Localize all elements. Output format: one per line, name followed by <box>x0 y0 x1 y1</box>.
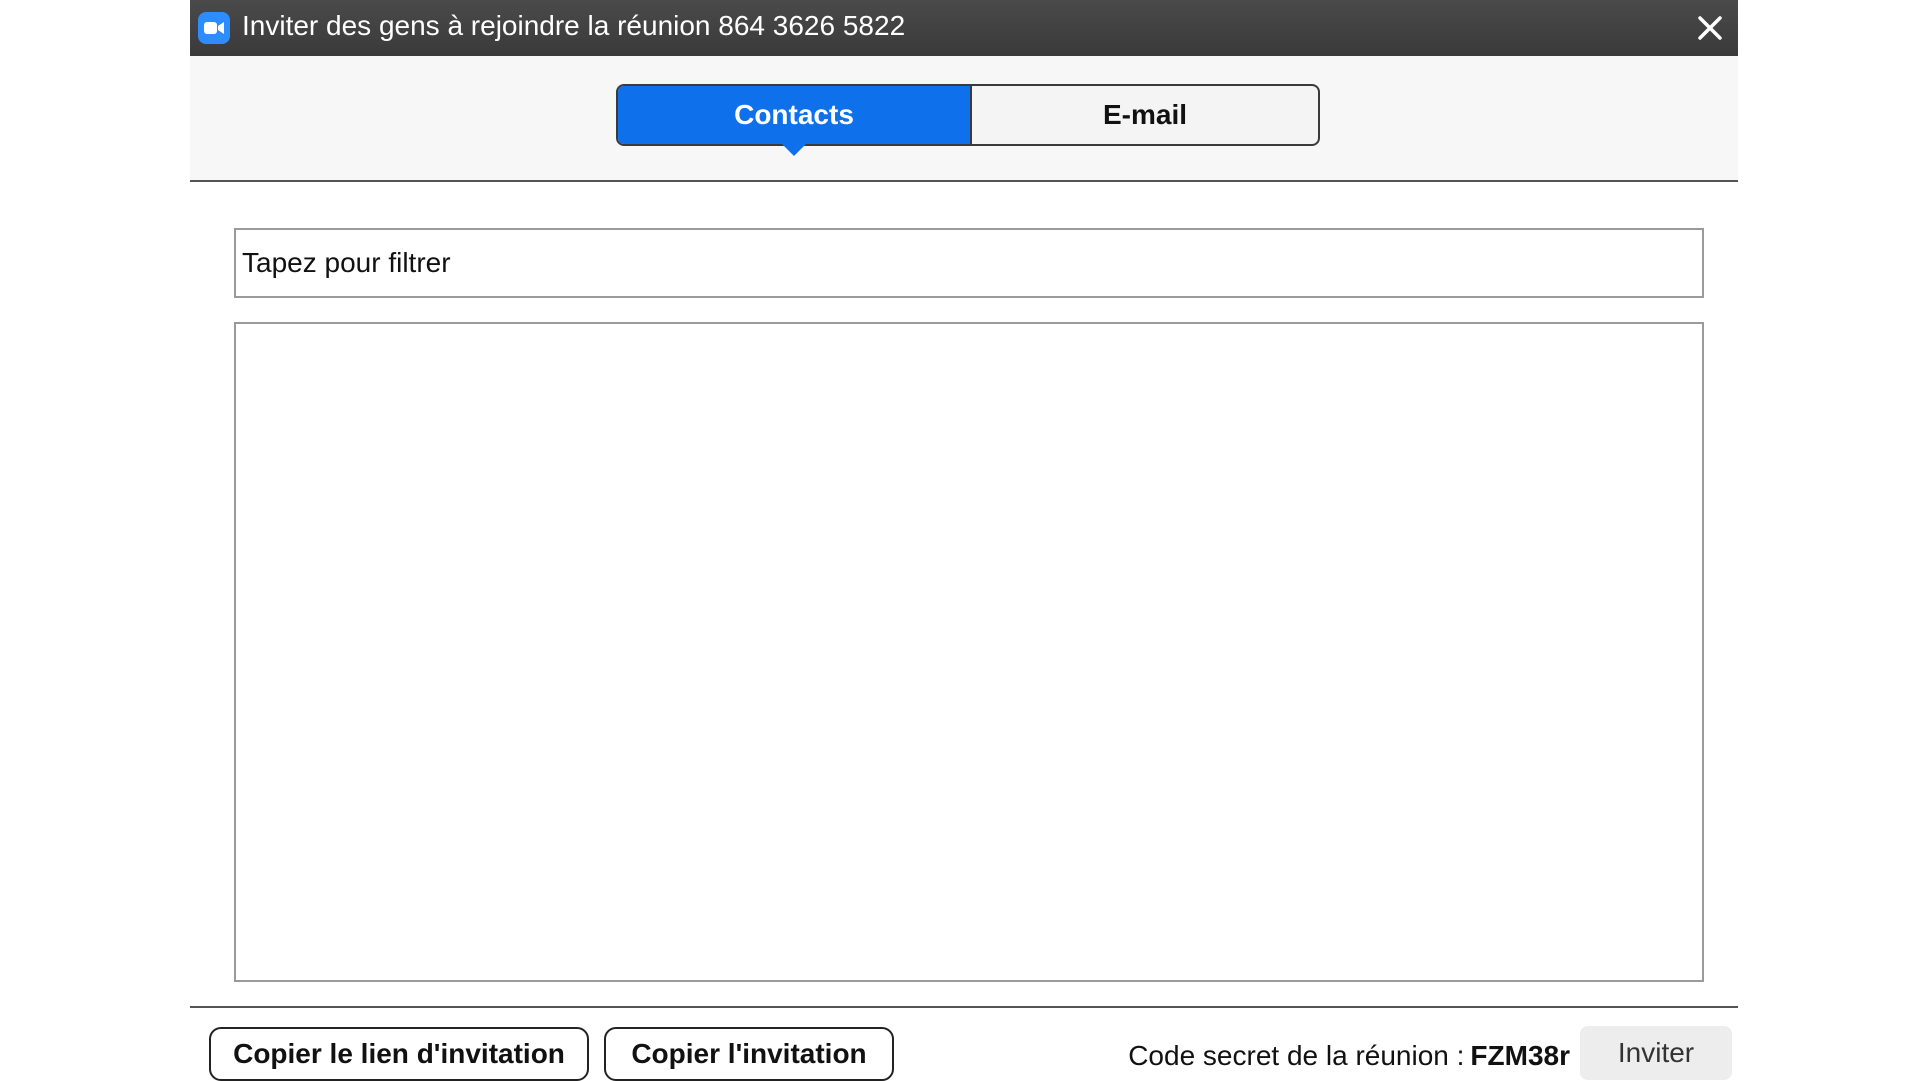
passcode-value: FZM38r <box>1470 1040 1570 1071</box>
close-icon <box>1698 16 1722 40</box>
footer-divider <box>190 1006 1738 1008</box>
tab-email[interactable]: E-mail <box>970 86 1318 144</box>
copy-invite-link-button[interactable]: Copier le lien d'invitation <box>209 1027 589 1081</box>
contacts-list[interactable] <box>234 322 1704 982</box>
invite-dialog: Inviter des gens à rejoindre la réunion … <box>190 0 1738 1081</box>
passcode-label: Code secret de la réunion : <box>1128 1040 1465 1071</box>
invite-button[interactable]: Inviter <box>1580 1026 1732 1080</box>
close-button[interactable] <box>1682 0 1738 56</box>
title-bar[interactable]: Inviter des gens à rejoindre la réunion … <box>190 0 1738 56</box>
window-title: Inviter des gens à rejoindre la réunion … <box>242 10 906 41</box>
tab-area: Contacts E-mail <box>190 56 1738 182</box>
copy-invitation-button[interactable]: Copier l'invitation <box>604 1027 894 1081</box>
meeting-passcode: Code secret de la réunion : FZM38r <box>1128 1034 1570 1078</box>
tab-contacts[interactable]: Contacts <box>618 86 970 156</box>
zoom-app-icon <box>198 12 230 44</box>
filter-input[interactable] <box>234 228 1704 298</box>
tab-switcher: Contacts E-mail <box>616 84 1320 156</box>
